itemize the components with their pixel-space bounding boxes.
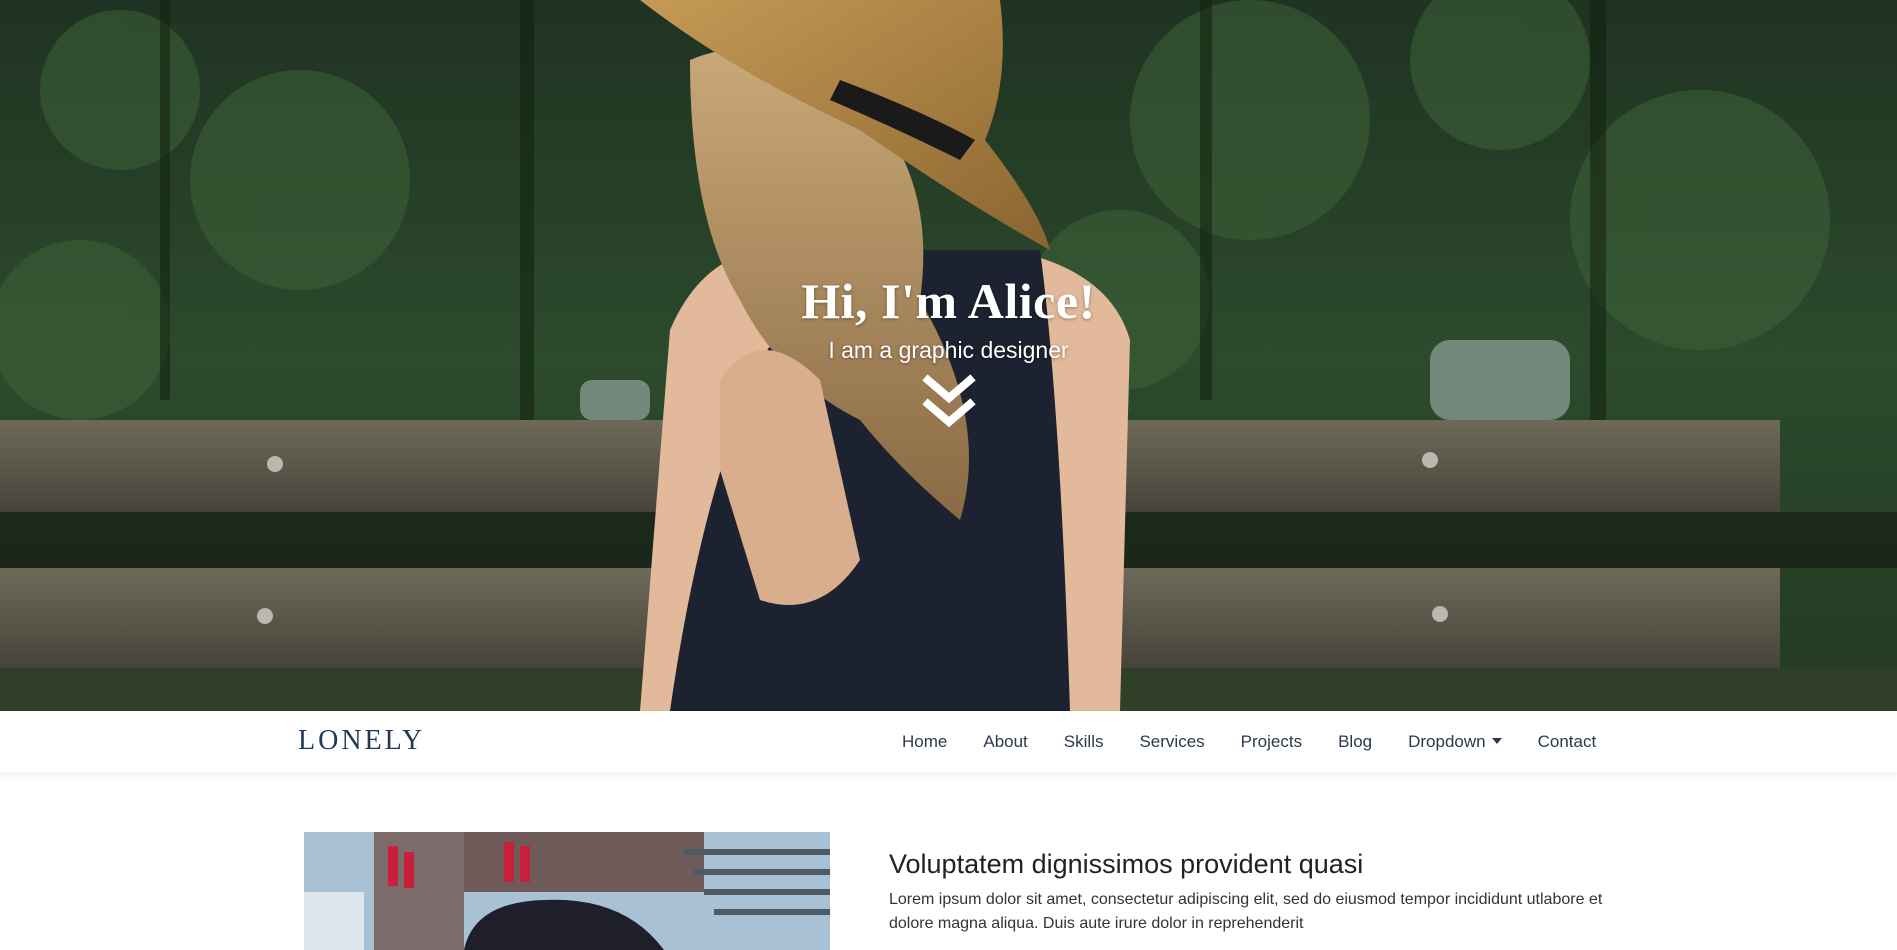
nav-item-services[interactable]: Services [1121, 732, 1222, 752]
about-photo [304, 832, 830, 950]
nav-item-home[interactable]: Home [884, 732, 965, 752]
nav-item-blog[interactable]: Blog [1320, 732, 1390, 752]
brand-logo[interactable]: LONELY [298, 725, 425, 757]
main-navbar: LONELY Home About Skills Services Projec… [0, 711, 1897, 772]
caret-down-icon [1491, 737, 1502, 744]
nav-item-projects[interactable]: Projects [1223, 732, 1320, 752]
hero-section: Hi, I'm Alice! I am a graphic designer [0, 0, 1897, 711]
nav-item-dropdown-label: Dropdown [1408, 731, 1486, 751]
nav-item-contact[interactable]: Contact [1520, 732, 1615, 752]
about-text: Voluptatem dignissimos provident quasi L… [889, 848, 1609, 936]
nav-menu: Home About Skills Services Projects Blog… [884, 711, 1614, 772]
hero-subtitle: I am a graphic designer [828, 337, 1069, 363]
about-body: Lorem ipsum dolor sit amet, consectetur … [889, 891, 1603, 932]
double-chevron-down-icon[interactable] [921, 374, 976, 432]
nav-item-about[interactable]: About [965, 732, 1045, 752]
hero-content: Hi, I'm Alice! I am a graphic designer [0, 272, 1897, 437]
nav-item-skills[interactable]: Skills [1046, 732, 1122, 752]
about-photo-image [304, 832, 830, 950]
hero-title: Hi, I'm Alice! [801, 273, 1096, 329]
nav-item-dropdown[interactable]: Dropdown [1390, 732, 1520, 752]
about-heading: Voluptatem dignissimos provident quasi [889, 849, 1364, 879]
